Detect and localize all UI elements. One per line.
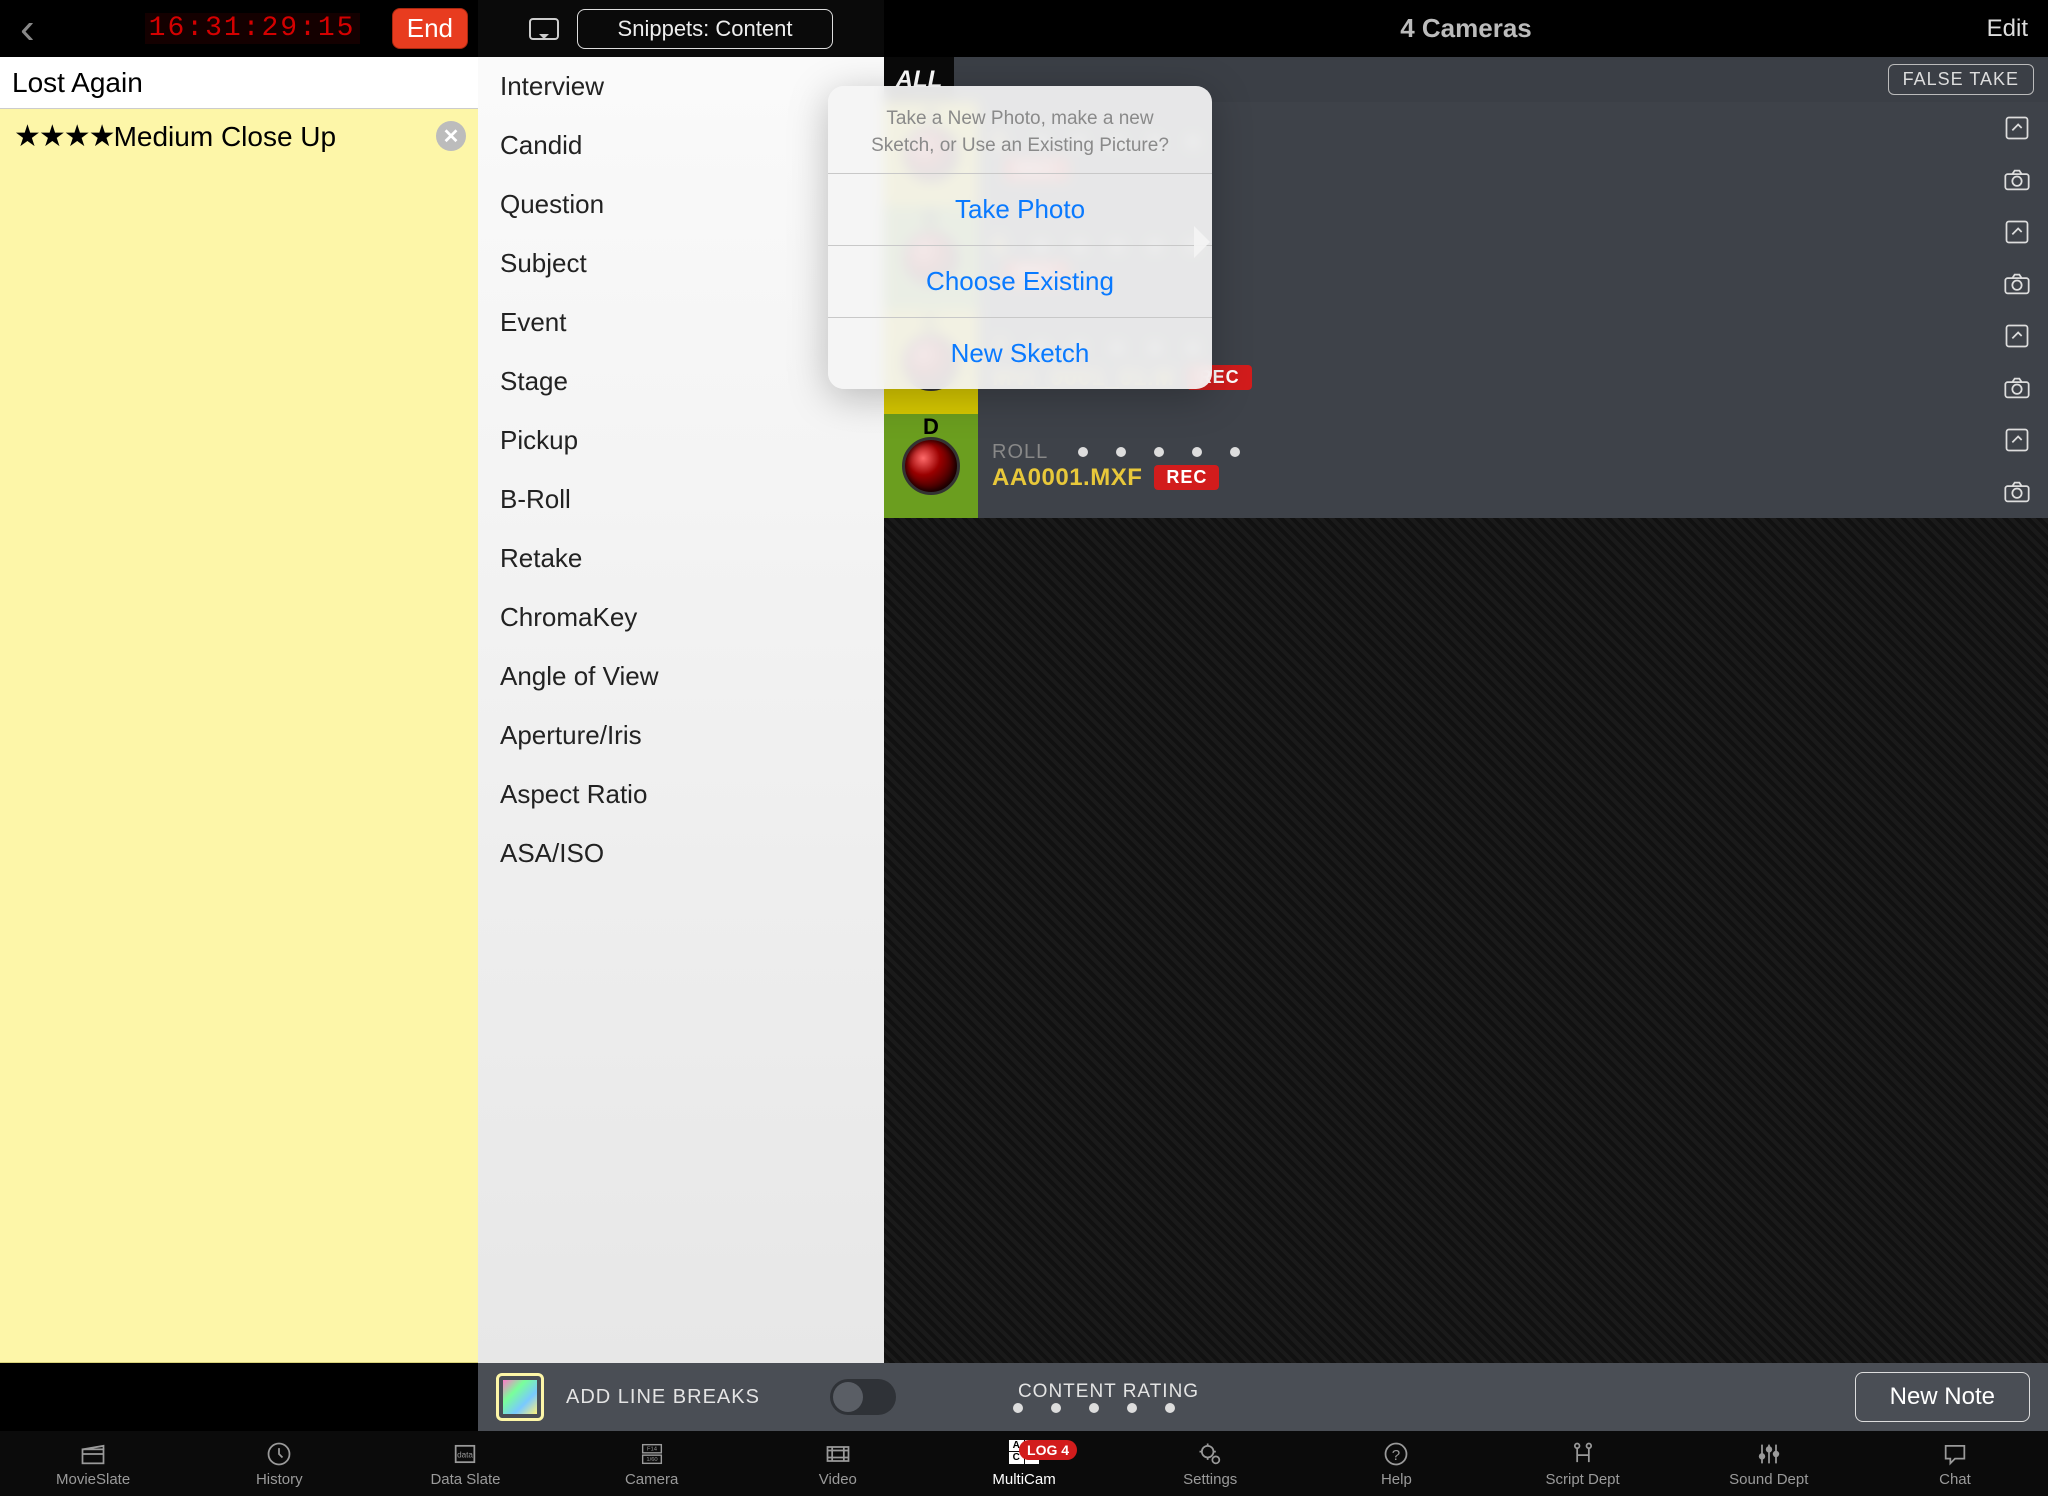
timecode-display: 16:31:29:15 bbox=[145, 13, 360, 44]
snippet-item[interactable]: Retake bbox=[478, 529, 884, 588]
svg-text:1/60: 1/60 bbox=[646, 1457, 658, 1463]
chat-icon bbox=[1941, 1440, 1969, 1468]
snippet-item[interactable]: Candid bbox=[478, 116, 884, 175]
back-button[interactable]: ‹ bbox=[10, 4, 45, 54]
snippet-item[interactable]: B-Roll bbox=[478, 470, 884, 529]
camera-icon[interactable] bbox=[2000, 166, 2034, 194]
svg-text:?: ? bbox=[1392, 1446, 1400, 1463]
popover-option[interactable]: New Sketch bbox=[828, 317, 1212, 389]
content-rating-dots[interactable] bbox=[1013, 1403, 1175, 1413]
tab-data-slate[interactable]: dataData Slate bbox=[372, 1431, 558, 1496]
history-icon bbox=[265, 1440, 293, 1468]
script-dept-icon bbox=[1569, 1440, 1597, 1468]
tab-sound-dept[interactable]: Sound Dept bbox=[1676, 1431, 1862, 1496]
edit-icon[interactable] bbox=[2000, 114, 2034, 142]
data-slate-icon: data bbox=[451, 1440, 479, 1468]
camera-row[interactable]: D ROLL AA0001.MXF REC bbox=[884, 414, 2048, 518]
end-button[interactable]: End bbox=[392, 8, 468, 49]
camera-icon[interactable] bbox=[2000, 478, 2034, 506]
empty-area bbox=[884, 518, 2048, 1363]
movieslate-icon bbox=[79, 1440, 107, 1468]
snippet-item[interactable]: Question bbox=[478, 175, 884, 234]
note-area[interactable]: ★★★★ Medium Close Up ✕ bbox=[0, 109, 478, 1363]
tab-script-dept[interactable]: Script Dept bbox=[1490, 1431, 1676, 1496]
snippet-item[interactable]: Pickup bbox=[478, 411, 884, 470]
video-icon bbox=[824, 1440, 852, 1468]
tab-help[interactable]: ?Help bbox=[1303, 1431, 1489, 1496]
clip-name: AA0001.MXF bbox=[992, 464, 1142, 492]
camera-icon[interactable] bbox=[2000, 270, 2034, 298]
color-swatch-button[interactable] bbox=[496, 1373, 544, 1421]
tab-multicam[interactable]: ABCDMultiCamLOG 4 bbox=[931, 1431, 1117, 1496]
snippet-item[interactable]: Aperture/Iris bbox=[478, 706, 884, 765]
svg-text:data: data bbox=[458, 1450, 474, 1459]
rec-badge: REC bbox=[1154, 465, 1219, 490]
edit-icon[interactable] bbox=[2000, 218, 2034, 246]
line-breaks-toggle[interactable] bbox=[830, 1379, 896, 1415]
clear-note-button[interactable]: ✕ bbox=[436, 121, 466, 151]
new-note-button[interactable]: New Note bbox=[1855, 1372, 2030, 1422]
false-take-button[interactable]: FALSE TAKE bbox=[1888, 64, 2034, 95]
tab-video[interactable]: Video bbox=[745, 1431, 931, 1496]
add-line-breaks-label: ADD LINE BREAKS bbox=[566, 1386, 760, 1409]
rating-stars: ★★★★ bbox=[14, 119, 114, 154]
note-title: Lost Again bbox=[0, 57, 478, 109]
settings-icon bbox=[1196, 1440, 1224, 1468]
photo-popover: Take a New Photo, make a new Sketch, or … bbox=[828, 86, 1212, 389]
snippet-item[interactable]: Interview bbox=[478, 57, 884, 116]
snippet-item[interactable]: ASA/ISO bbox=[478, 824, 884, 883]
svg-text:F14: F14 bbox=[647, 1446, 658, 1452]
tab-camera[interactable]: F141/60Camera bbox=[559, 1431, 745, 1496]
snippet-item[interactable]: Event bbox=[478, 293, 884, 352]
log-badge: LOG 4 bbox=[1019, 1440, 1077, 1460]
popover-header: Take a New Photo, make a new Sketch, or … bbox=[828, 86, 1212, 173]
camera-icon: F14 1/60 bbox=[638, 1440, 666, 1468]
edit-button[interactable]: Edit bbox=[1987, 15, 2028, 43]
tab-settings[interactable]: Settings bbox=[1117, 1431, 1303, 1496]
snippet-item[interactable]: Subject bbox=[478, 234, 884, 293]
lens-icon bbox=[902, 437, 960, 495]
snippet-item[interactable]: ChromaKey bbox=[478, 588, 884, 647]
help-icon: ? bbox=[1382, 1440, 1410, 1468]
snippets-dropdown[interactable]: Snippets: Content bbox=[577, 9, 834, 49]
popover-option[interactable]: Choose Existing bbox=[828, 245, 1212, 317]
tab-chat[interactable]: Chat bbox=[1862, 1431, 2048, 1496]
camera-icon[interactable] bbox=[2000, 374, 2034, 402]
snippet-item[interactable]: Stage bbox=[478, 352, 884, 411]
note-text: Medium Close Up bbox=[114, 121, 337, 153]
edit-icon[interactable] bbox=[2000, 426, 2034, 454]
cameras-title: 4 Cameras bbox=[1400, 13, 1532, 44]
content-rating-label: CONTENT RATING bbox=[1018, 1381, 1199, 1403]
tab-history[interactable]: History bbox=[186, 1431, 372, 1496]
keyboard-icon[interactable] bbox=[529, 18, 559, 40]
popover-option[interactable]: Take Photo bbox=[828, 173, 1212, 245]
snippet-item[interactable]: Angle of View bbox=[478, 647, 884, 706]
tab-movieslate[interactable]: MovieSlate bbox=[0, 1431, 186, 1496]
edit-icon[interactable] bbox=[2000, 322, 2034, 350]
sound-dept-icon bbox=[1755, 1440, 1783, 1468]
snippet-item[interactable]: Aspect Ratio bbox=[478, 765, 884, 824]
snippets-list: InterviewCandidQuestionSubjectEventStage… bbox=[478, 57, 884, 1363]
